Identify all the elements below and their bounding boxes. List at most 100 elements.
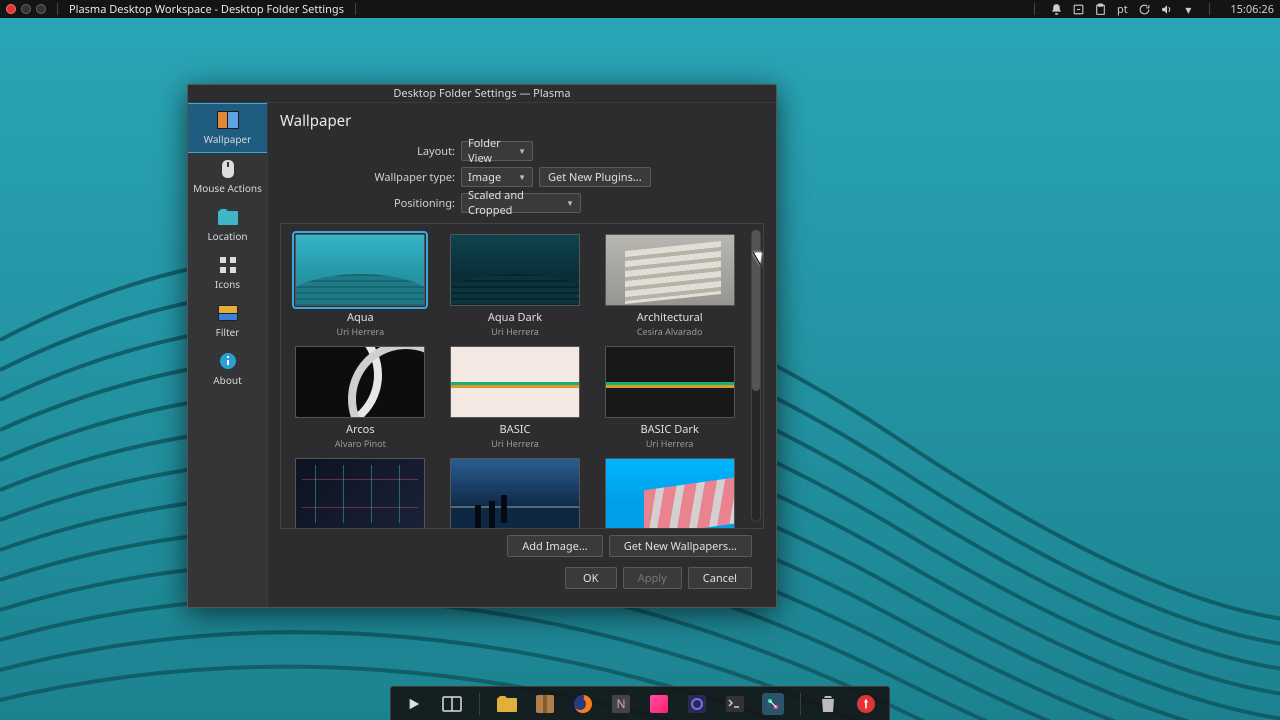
virtual-desktop-close[interactable] [6, 4, 16, 14]
wallpaper-author: Uri Herrera [337, 325, 385, 338]
wallpaper-thumb [295, 346, 425, 418]
wallpaper-name: Arcos [346, 422, 375, 437]
wallpaper-name: Architectural [637, 310, 703, 325]
dock-trash-icon[interactable] [817, 693, 839, 715]
notifications-icon[interactable] [1049, 2, 1063, 16]
add-image-button[interactable]: Add Image... [507, 535, 602, 557]
wallpaper-thumb [450, 346, 580, 418]
wallpaper-thumb [605, 458, 735, 528]
window-title: Plasma Desktop Workspace - Desktop Folde… [69, 2, 344, 17]
select-value: Folder View [468, 136, 510, 166]
wallpaper-thumb [450, 234, 580, 306]
dock-separator [479, 693, 480, 715]
wallpaper-item[interactable]: Birds Hendrik Kespohl [291, 458, 430, 528]
wallpaper-item[interactable]: Arcos Alvaro Pinot [291, 346, 430, 450]
wallpaper-icon [216, 110, 240, 130]
sidebar-item-filter[interactable]: Filter [188, 297, 267, 345]
sidebar-item-wallpaper[interactable]: Wallpaper [188, 103, 267, 153]
icons-icon [216, 255, 240, 275]
sidebar-item-label: About [213, 373, 241, 387]
sidebar-item-about[interactable]: About [188, 345, 267, 393]
sidebar-item-label: Wallpaper [204, 132, 252, 146]
apply-button[interactable]: Apply [623, 567, 682, 589]
keyboard-layout-indicator[interactable]: pt [1115, 2, 1129, 16]
wallpaper-item[interactable]: Architectural Cesira Alvarado [600, 234, 739, 338]
desktop-settings-dialog: Desktop Folder Settings — Plasma Wallpap… [187, 84, 777, 608]
chevron-down-icon: ▼ [566, 198, 574, 209]
panel-divider [1034, 3, 1035, 15]
dock-app-archive[interactable] [534, 693, 556, 715]
chevron-down-icon: ▼ [518, 146, 526, 157]
cancel-button[interactable]: Cancel [688, 567, 752, 589]
sidebar-item-label: Location [207, 229, 247, 243]
dock-start-icon[interactable] [403, 693, 425, 715]
virtual-desktop-dot[interactable] [36, 4, 46, 14]
sidebar-item-label: Icons [215, 277, 240, 291]
settings-sidebar: Wallpaper Mouse Actions Location Icons [188, 103, 268, 607]
tray-expand-icon[interactable]: ▾ [1181, 2, 1195, 16]
svg-text:N: N [616, 695, 625, 712]
mouse-icon [216, 159, 240, 179]
wallpaper-item[interactable]: Blue Hour Xen Wildman [446, 458, 585, 528]
volume-icon[interactable] [1159, 2, 1173, 16]
dock-app-media[interactable] [686, 693, 708, 715]
wallpaper-item[interactable]: Aqua Uri Herrera [291, 234, 430, 338]
wallpaper-name: Aqua Dark [488, 310, 542, 325]
wallpaper-author: Uri Herrera [491, 325, 539, 338]
wallpaper-item[interactable]: Blue Sky Parker Jhonson [600, 458, 739, 528]
clipboard-icon[interactable] [1093, 2, 1107, 16]
dock-power-icon[interactable] [855, 693, 877, 715]
wallpaper-author: Uri Herrera [491, 437, 539, 450]
usb-icon[interactable] [1071, 2, 1085, 16]
wallpaper-name: BASIC Dark [640, 422, 698, 437]
select-value: Image [468, 170, 501, 185]
dock: N [390, 686, 890, 720]
wallpaper-grid: Aqua Uri Herrera Aqua Dark Uri Herrera A… [280, 223, 764, 529]
chevron-down-icon: ▼ [518, 172, 526, 183]
wallpaper-thumb [605, 234, 735, 306]
wallpaper-type-select[interactable]: Image ▼ [461, 167, 533, 187]
page-heading: Wallpaper [280, 111, 764, 131]
wallpaper-scrollbar[interactable] [751, 230, 761, 522]
layout-label: Layout: [280, 144, 455, 159]
wallpaper-thumb [450, 458, 580, 528]
wallpaper-item[interactable]: BASIC Uri Herrera [446, 346, 585, 450]
dock-separator [800, 693, 801, 715]
wallpaper-author: Alvaro Pinot [335, 437, 386, 450]
top-panel: Plasma Desktop Workspace - Desktop Folde… [0, 0, 1280, 18]
panel-divider [355, 3, 356, 15]
ok-button[interactable]: OK [565, 567, 617, 589]
positioning-label: Positioning: [280, 196, 455, 211]
sidebar-item-mouse-actions[interactable]: Mouse Actions [188, 153, 267, 201]
layout-select[interactable]: Folder View ▼ [461, 141, 533, 161]
dock-app-color[interactable] [648, 693, 670, 715]
get-wallpapers-button[interactable]: Get New Wallpapers... [609, 535, 752, 557]
system-tray: pt ▾ 15:06:26 [1028, 2, 1274, 17]
sidebar-item-location[interactable]: Location [188, 201, 267, 249]
wallpaper-type-label: Wallpaper type: [280, 170, 455, 185]
panel-divider [57, 3, 58, 15]
clock[interactable]: 15:06:26 [1230, 2, 1274, 17]
dock-app-files[interactable] [496, 693, 518, 715]
sidebar-item-icons[interactable]: Icons [188, 249, 267, 297]
panel-divider [1209, 3, 1210, 15]
info-icon [216, 351, 240, 371]
folder-icon [216, 207, 240, 227]
get-plugins-button[interactable]: Get New Plugins... [539, 167, 651, 187]
dock-app-terminal[interactable] [724, 693, 746, 715]
wallpaper-thumb [295, 458, 425, 528]
dock-app-settings[interactable] [762, 693, 784, 715]
wallpaper-thumb [295, 234, 425, 306]
dock-app-notes[interactable]: N [610, 693, 632, 715]
wallpaper-author: Cesira Alvarado [637, 325, 703, 338]
updates-icon[interactable] [1137, 2, 1151, 16]
select-value: Scaled and Cropped [468, 188, 558, 218]
wallpaper-item[interactable]: Aqua Dark Uri Herrera [446, 234, 585, 338]
wallpaper-item[interactable]: BASIC Dark Uri Herrera [600, 346, 739, 450]
dock-activities-icon[interactable] [441, 693, 463, 715]
positioning-select[interactable]: Scaled and Cropped ▼ [461, 193, 581, 213]
sidebar-item-label: Mouse Actions [193, 181, 262, 195]
wallpaper-author: Uri Herrera [646, 437, 694, 450]
virtual-desktop-dot[interactable] [21, 4, 31, 14]
dock-app-firefox[interactable] [572, 693, 594, 715]
